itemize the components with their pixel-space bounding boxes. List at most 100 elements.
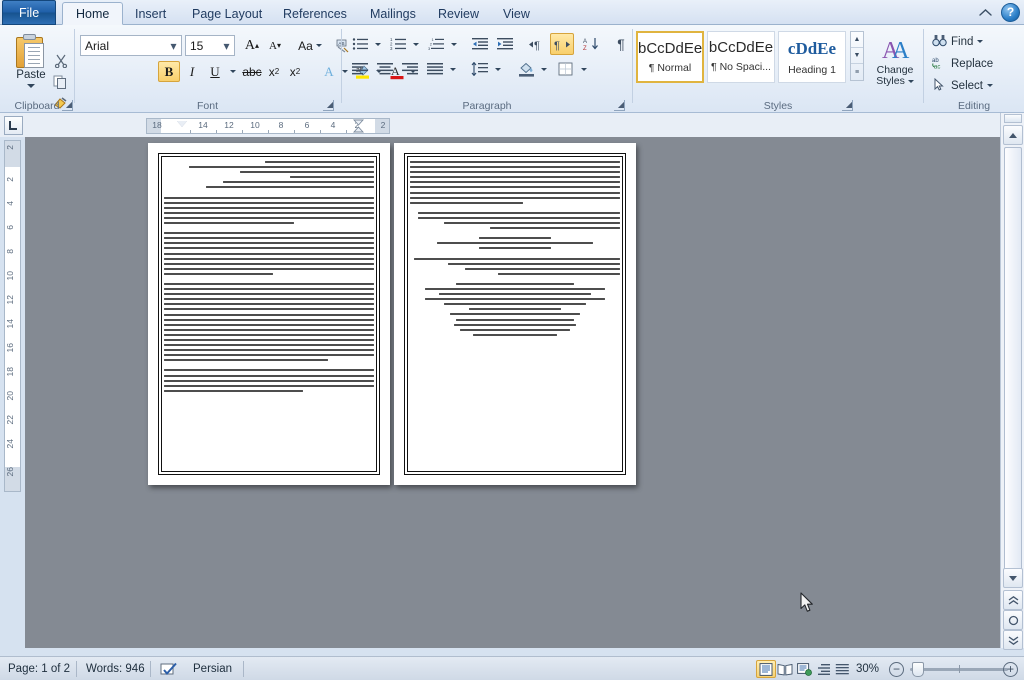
- font-size-combobox[interactable]: 15 ▾: [185, 35, 235, 56]
- shrink-font-button[interactable]: A ▾: [264, 35, 286, 56]
- scrollbar-thumb[interactable]: [1004, 147, 1022, 579]
- style-no-spacing[interactable]: bCcDdEe ¶ No Spaci...: [707, 31, 775, 83]
- scroll-up-button[interactable]: [1003, 125, 1023, 145]
- right-indent-marker[interactable]: [352, 119, 365, 133]
- tab-page-layout[interactable]: Page Layout: [178, 2, 276, 25]
- document-page-1[interactable]: [148, 143, 390, 485]
- style-heading-1[interactable]: cDdEe Heading 1: [778, 31, 846, 83]
- style-normal[interactable]: bCcDdEe ¶ Normal: [636, 31, 704, 83]
- cut-button[interactable]: [50, 51, 71, 71]
- language-indicator[interactable]: Persian: [193, 657, 232, 680]
- italic-button[interactable]: I: [181, 61, 203, 82]
- vertical-ruler[interactable]: 2 2 4 6 8 10 12 14 16 18 20 22 24 26: [4, 140, 21, 492]
- underline-menu-button[interactable]: [226, 61, 239, 82]
- next-page-button[interactable]: [1003, 630, 1023, 650]
- font-name-combobox[interactable]: Arial ▾: [80, 35, 182, 56]
- strikethrough-button[interactable]: abc: [241, 61, 263, 82]
- print-layout-view-button[interactable]: [756, 660, 776, 678]
- split-window-handle[interactable]: [1004, 114, 1022, 123]
- select-button[interactable]: Select: [928, 75, 1016, 96]
- decrease-indent-button[interactable]: [468, 33, 492, 55]
- justify-menu[interactable]: [447, 58, 458, 80]
- align-right-button[interactable]: [398, 58, 422, 80]
- tab-home[interactable]: Home: [62, 2, 124, 25]
- document-canvas[interactable]: [25, 137, 1000, 648]
- text-effects-button[interactable]: A: [318, 61, 340, 82]
- tab-insert[interactable]: Insert: [121, 2, 180, 25]
- zoom-slider-thumb[interactable]: [912, 662, 924, 677]
- zoom-out-button[interactable]: −: [889, 662, 904, 677]
- find-button[interactable]: Find: [928, 31, 1016, 52]
- horizontal-ruler[interactable]: 18 14 12 10 8 6 4 2 2: [146, 118, 390, 134]
- replace-button[interactable]: ab ac Replace: [928, 53, 1016, 74]
- tab-references[interactable]: References: [269, 2, 361, 25]
- shading-menu[interactable]: [538, 58, 549, 80]
- web-layout-view-button[interactable]: [794, 660, 814, 678]
- page-1-text[interactable]: [164, 161, 374, 467]
- document-page-2[interactable]: [394, 143, 636, 485]
- styles-scroll-down-icon[interactable]: ▼: [851, 48, 863, 64]
- proofing-status-button[interactable]: [160, 657, 182, 680]
- zoom-in-button[interactable]: +: [1003, 662, 1018, 677]
- word-count[interactable]: Words: 946: [86, 657, 145, 680]
- clipboard-dialog-launcher[interactable]: ◢: [62, 100, 73, 111]
- grow-font-button[interactable]: A ▴: [241, 35, 263, 56]
- rtl-text-direction-button[interactable]: ¶: [550, 33, 574, 55]
- help-button[interactable]: ?: [1001, 2, 1020, 22]
- change-case-button[interactable]: Aa: [294, 35, 326, 56]
- tab-review[interactable]: Review: [424, 2, 493, 25]
- paste-button[interactable]: Paste: [8, 29, 54, 105]
- chevron-down-icon[interactable]: [986, 84, 993, 87]
- line-spacing-button[interactable]: [468, 58, 492, 80]
- multilevel-list-menu[interactable]: [448, 33, 459, 55]
- page-indicator[interactable]: Page: 1 of 2: [8, 657, 70, 680]
- ltr-text-direction-button[interactable]: ¶: [525, 33, 549, 55]
- justify-button[interactable]: [423, 58, 447, 80]
- draft-view-button[interactable]: [832, 660, 852, 678]
- styles-scroll-up-icon[interactable]: ▲: [851, 32, 863, 48]
- chevron-up-icon[interactable]: [975, 2, 995, 22]
- outline-view-button[interactable]: [813, 660, 833, 678]
- align-center-button[interactable]: [373, 58, 397, 80]
- superscript-button[interactable]: x2: [285, 61, 305, 82]
- line-spacing-menu[interactable]: [492, 58, 503, 80]
- font-dialog-launcher[interactable]: ◢: [323, 100, 334, 111]
- numbering-button[interactable]: 1 2 3: [386, 33, 410, 55]
- borders-button[interactable]: [554, 58, 578, 80]
- bullets-menu[interactable]: [372, 33, 383, 55]
- tab-file[interactable]: File: [2, 0, 57, 25]
- shading-button[interactable]: [514, 58, 538, 80]
- subscript-button[interactable]: x2: [264, 61, 284, 82]
- tab-view[interactable]: View: [489, 2, 544, 25]
- tab-stop-selector[interactable]: [4, 116, 23, 135]
- sort-button[interactable]: A Z: [580, 33, 604, 55]
- paragraph-dialog-launcher[interactable]: ◢: [614, 100, 625, 111]
- underline-button[interactable]: U: [204, 61, 226, 82]
- numbering-menu[interactable]: [410, 33, 421, 55]
- styles-more-icon[interactable]: ≡: [851, 64, 863, 80]
- bullets-button[interactable]: [348, 33, 372, 55]
- styles-dialog-launcher[interactable]: ◢: [842, 100, 853, 111]
- full-screen-reading-view-button[interactable]: [775, 660, 795, 678]
- vertical-scrollbar[interactable]: [1000, 113, 1024, 650]
- chevron-down-icon[interactable]: ▾: [219, 39, 234, 53]
- change-styles-button[interactable]: A A Change Styles: [870, 31, 920, 103]
- previous-page-button[interactable]: [1003, 590, 1023, 610]
- styles-gallery-scroller[interactable]: ▲ ▼ ≡: [850, 31, 864, 81]
- first-line-indent-marker[interactable]: [177, 121, 187, 127]
- scroll-down-button[interactable]: [1003, 568, 1023, 588]
- align-left-button[interactable]: [348, 58, 372, 80]
- multilevel-list-button[interactable]: 1 2 3: [424, 33, 448, 55]
- chevron-down-icon[interactable]: [977, 40, 984, 43]
- chevron-down-icon[interactable]: ▾: [166, 39, 181, 53]
- tab-mailings[interactable]: Mailings: [356, 2, 430, 25]
- select-browse-object-button[interactable]: [1003, 610, 1023, 630]
- borders-menu[interactable]: [578, 58, 589, 80]
- text-line: [264, 161, 374, 163]
- zoom-level-label[interactable]: 30%: [856, 657, 879, 680]
- page-2-text[interactable]: [410, 161, 620, 467]
- bold-button[interactable]: B: [158, 61, 180, 82]
- increase-indent-button[interactable]: [493, 33, 517, 55]
- show-formatting-marks-button[interactable]: ¶: [610, 33, 632, 55]
- copy-button[interactable]: [50, 72, 71, 92]
